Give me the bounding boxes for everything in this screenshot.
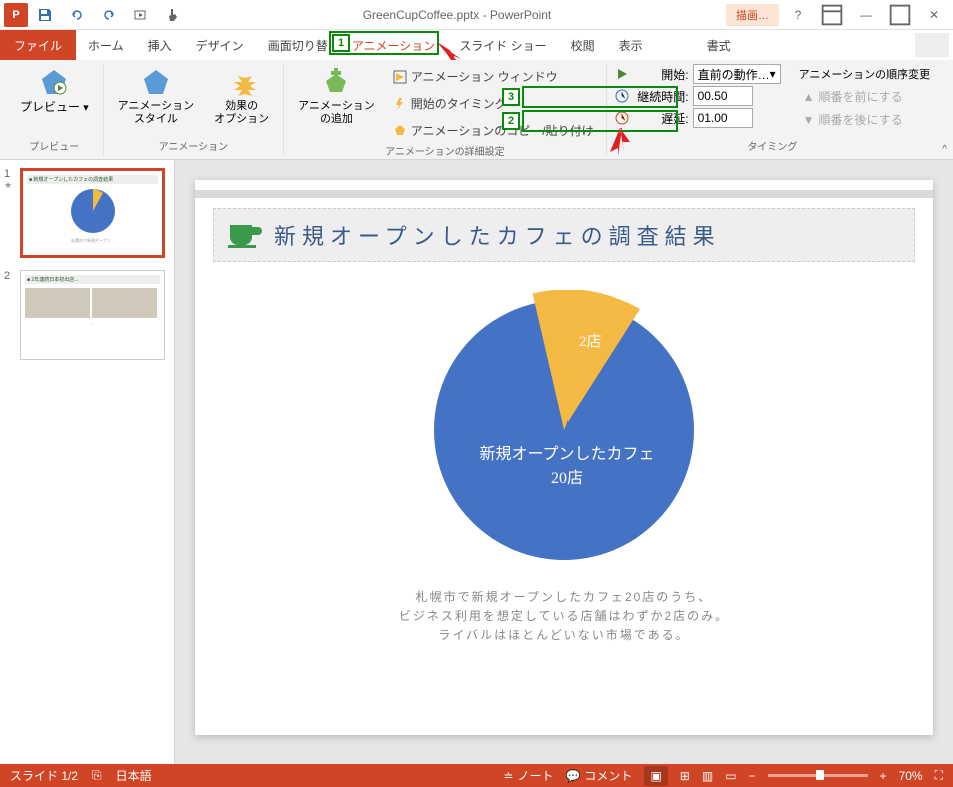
timing-group-label: タイミング — [747, 136, 797, 155]
thumbnail-2-preview: ■ 2年連続日本初出店... ... — [20, 270, 165, 360]
group-preview: プレビュー ▾ プレビュー — [6, 64, 104, 155]
fit-window-icon[interactable]: ⛶ — [935, 768, 943, 783]
pie-main-label: 新規オープンしたカフェ 20店 — [472, 440, 662, 488]
slideshow-view-icon[interactable]: ▭ — [725, 769, 736, 783]
ribbon-options-icon[interactable] — [817, 2, 847, 28]
title-bar: P GreenCupCoffee.pptx - PowerPoint 描画… ?… — [0, 0, 953, 30]
pie-small-label: 2店 — [579, 330, 602, 351]
cup-icon — [228, 221, 262, 249]
tab-design[interactable]: デザイン — [184, 31, 256, 60]
group-animation: アニメーション スタイル 効果の オプション アニメーション — [104, 64, 285, 155]
thumbnail-1-preview: ■ 新規オープンしたカフェの調査結果 札幌市で新規オープン... — [20, 168, 165, 258]
undo-icon[interactable] — [62, 2, 92, 28]
play-icon — [615, 67, 629, 81]
effect-opts-label: 効果の オプション — [214, 100, 269, 126]
slide-title-text: 新規オープンしたカフェの調査結果 — [274, 219, 721, 251]
pie-chart[interactable]: 2店 新規オープンしたカフェ 20店 — [424, 290, 704, 570]
start-label: 開始: — [633, 66, 689, 83]
tab-transition[interactable]: 画面切り替 — [256, 31, 340, 60]
reading-view-icon[interactable]: ▥ — [702, 769, 713, 783]
comments-button[interactable]: 💬 コメント — [565, 767, 632, 784]
delay-spinner[interactable]: 01.00 — [693, 108, 753, 128]
callout-3-num: 3 — [502, 88, 520, 106]
tab-slideshow[interactable]: スライド ショー — [447, 31, 558, 60]
tab-insert[interactable]: 挿入 — [136, 31, 184, 60]
spellcheck-icon[interactable]: ⎘ — [92, 768, 102, 783]
main-area: 1 ★ ■ 新規オープンしたカフェの調査結果 札幌市で新規オープン... 2 ■… — [0, 160, 953, 764]
ribbon-tabs: ファイル ホーム 挿入 デザイン 画面切り替 アニメーション スライド ショー … — [0, 30, 953, 60]
add-animation-button[interactable]: アニメーション の追加 — [292, 64, 381, 128]
language-indicator[interactable]: 日本語 — [116, 767, 152, 784]
tab-file[interactable]: ファイル — [0, 30, 76, 60]
sorter-view-icon[interactable]: ⊞ — [680, 769, 690, 783]
status-bar: スライド 1/2 ⎘ 日本語 ≐ ノート 💬 コメント ▣ ⊞ ▥ ▭ − + … — [0, 764, 953, 787]
user-avatar[interactable] — [915, 33, 949, 57]
animation-window-button[interactable]: アニメーション ウィンドウ — [389, 66, 598, 87]
tab-home[interactable]: ホーム — [76, 31, 136, 60]
duration-spinner[interactable]: 00.50 — [693, 86, 753, 106]
draw-tab[interactable]: 描画… — [726, 4, 779, 26]
notes-button[interactable]: ≐ ノート — [503, 767, 553, 784]
adv-group-label: アニメーションの詳細設定 — [385, 141, 505, 160]
zoom-out-icon[interactable]: − — [749, 769, 756, 783]
slide-caption[interactable]: 札幌市で新規オープンしたカフェ20店のうち、 ビジネス利用を想定している店舗はわ… — [195, 588, 933, 646]
help-icon[interactable]: ? — [783, 2, 813, 28]
anim-group-label: アニメーション — [159, 136, 229, 155]
start-from-beginning-icon[interactable] — [126, 2, 156, 28]
maximize-icon[interactable] — [885, 2, 915, 28]
callout-2-box — [522, 110, 678, 132]
zoom-slider[interactable] — [768, 774, 868, 777]
reorder-label: アニメーションの順序変更 — [799, 64, 931, 84]
red-arrow-2 — [608, 128, 632, 156]
preview-group-label: プレビュー — [29, 136, 79, 155]
move-earlier-button: ▲順番を前にする — [799, 86, 931, 107]
powerpoint-icon: P — [4, 3, 28, 27]
slide-canvas: 新規オープンしたカフェの調査結果 2店 新規オープンしたカフェ 20店 札幌市で… — [195, 180, 933, 735]
animation-star-icon: ★ — [4, 180, 16, 191]
move-later-button: ▼順番を後にする — [799, 109, 931, 130]
thumbnail-panel: 1 ★ ■ 新規オープンしたカフェの調査結果 札幌市で新規オープン... 2 ■… — [0, 160, 175, 764]
callout-2-num: 2 — [502, 112, 520, 130]
preview-button[interactable]: プレビュー ▾ — [14, 64, 95, 117]
touch-mode-icon[interactable] — [158, 2, 188, 28]
tab-view[interactable]: 表示 — [607, 31, 655, 60]
add-anim-label: アニメーション の追加 — [298, 100, 375, 126]
slide-title-box[interactable]: 新規オープンしたカフェの調査結果 — [213, 208, 915, 262]
minimize-icon[interactable]: — — [851, 2, 881, 28]
callout-1-num: 1 — [332, 34, 350, 52]
zoom-level[interactable]: 70% — [899, 769, 923, 783]
thumbnail-2[interactable]: 2 ■ 2年連続日本初出店... ... — [4, 270, 170, 360]
slide-editor[interactable]: 新規オープンしたカフェの調査結果 2店 新規オープンしたカフェ 20店 札幌市で… — [175, 160, 953, 764]
slide-counter[interactable]: スライド 1/2 — [10, 767, 78, 784]
redo-icon[interactable] — [94, 2, 124, 28]
zoom-in-icon[interactable]: + — [880, 769, 887, 783]
preview-label: プレビュー — [20, 100, 80, 114]
anim-style-label: アニメーション スタイル — [118, 100, 195, 126]
ribbon-collapse-icon[interactable]: ^ — [942, 144, 947, 155]
start-dropdown[interactable]: 直前の動作…▾ — [693, 64, 781, 84]
effect-options-button[interactable]: 効果の オプション — [208, 64, 275, 128]
tab-review[interactable]: 校閲 — [559, 31, 607, 60]
animation-style-button[interactable]: アニメーション スタイル — [112, 64, 201, 128]
close-icon[interactable]: ✕ — [919, 2, 949, 28]
tab-format[interactable]: 書式 — [695, 31, 743, 60]
ribbon: プレビュー ▾ プレビュー アニメーション スタイル 効果の オプション アニメ… — [0, 60, 953, 160]
callout-3-box — [522, 86, 678, 108]
start-row: 開始: 直前の動作…▾ — [615, 64, 781, 84]
thumbnail-1[interactable]: 1 ★ ■ 新規オープンしたカフェの調査結果 札幌市で新規オープン... — [4, 168, 170, 258]
save-icon[interactable] — [30, 2, 60, 28]
normal-view-icon[interactable]: ▣ — [644, 766, 667, 786]
window-title: GreenCupCoffee.pptx - PowerPoint — [188, 8, 726, 22]
